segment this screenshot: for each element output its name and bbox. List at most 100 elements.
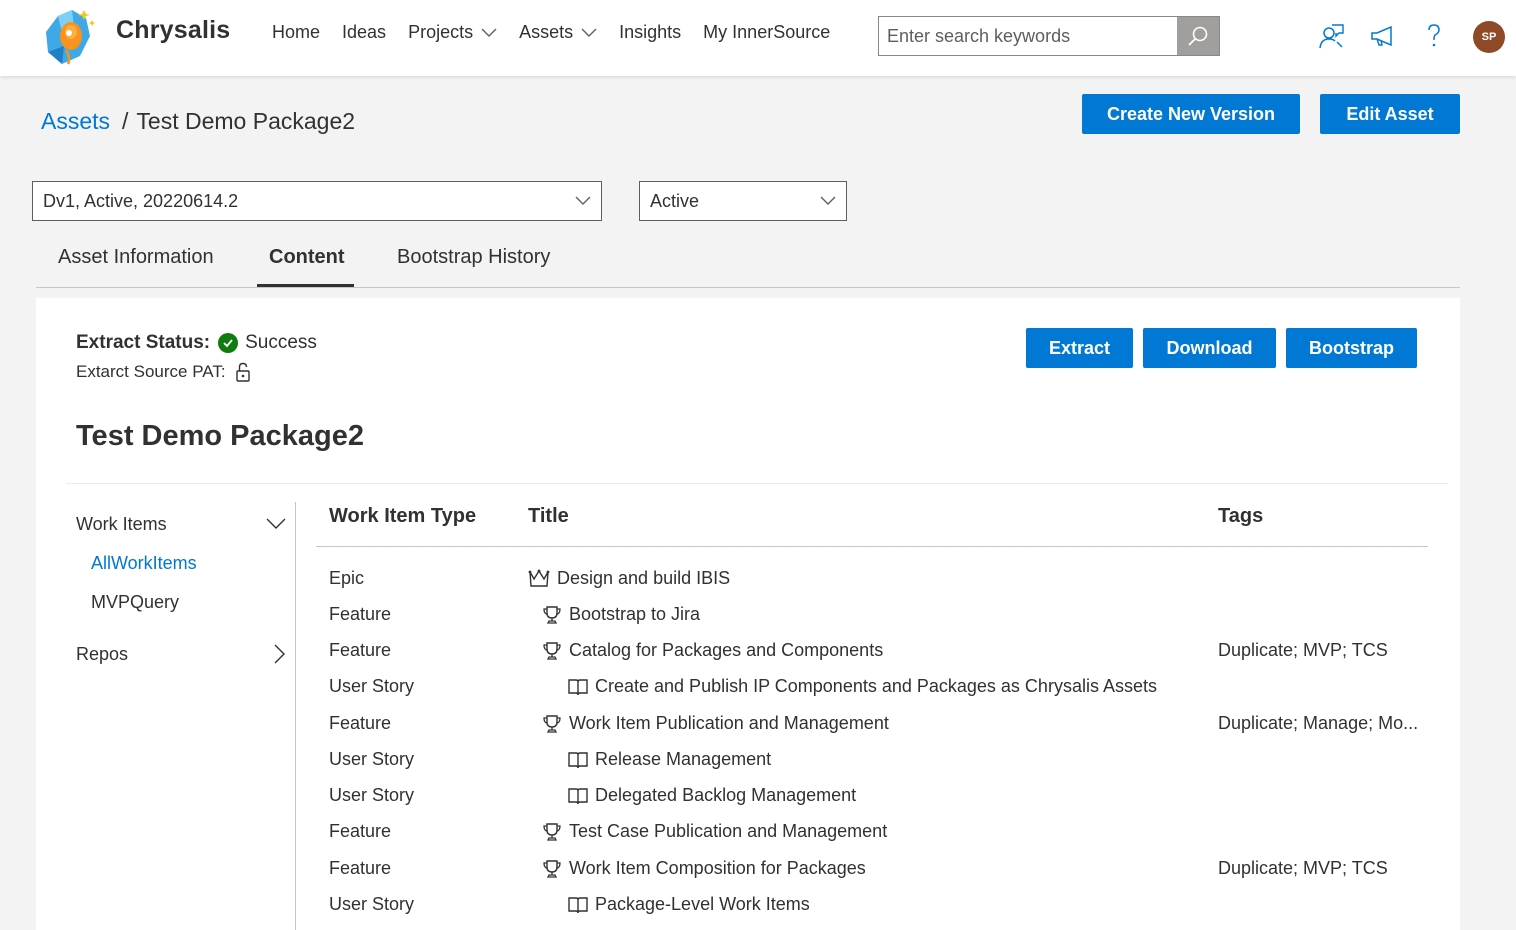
content-panel: Extract Status: Success Extarct Source P… xyxy=(36,298,1460,930)
row-title-text[interactable]: Work Item Publication and Management xyxy=(569,713,889,734)
row-tags: Duplicate; MVP; TCS xyxy=(1218,640,1388,660)
table-row[interactable]: Feature Test Case Publication and Manage… xyxy=(316,821,1428,857)
unlock-icon[interactable] xyxy=(235,362,251,382)
row-title: Work Item Composition for Packages xyxy=(542,858,866,879)
nav-ideas[interactable]: Ideas xyxy=(342,22,386,43)
row-title-text[interactable]: Create and Publish IP Components and Pac… xyxy=(595,676,1157,697)
breadcrumb-assets-link[interactable]: Assets xyxy=(41,108,110,135)
nav-home[interactable]: Home xyxy=(272,22,320,43)
version-select[interactable]: Dv1, Active, 20220614.2 xyxy=(32,181,602,221)
chevron-down-icon xyxy=(575,196,591,205)
chevron-right-icon xyxy=(274,644,285,664)
nav-home-label: Home xyxy=(272,22,321,42)
table-row[interactable]: Feature Work Item Composition for Packag… xyxy=(316,858,1428,894)
row-title-text[interactable]: Package-Level Work Items xyxy=(595,894,810,915)
trophy-icon xyxy=(543,822,561,841)
table-row[interactable]: User Story Create and Publish IP Compone… xyxy=(316,676,1428,712)
search-icon xyxy=(1188,26,1208,46)
table-row[interactable]: Feature Catalog for Packages and Compone… xyxy=(316,640,1428,676)
search-button[interactable] xyxy=(1177,17,1219,55)
row-type: User Story xyxy=(329,785,415,805)
state-select[interactable]: Active xyxy=(639,181,847,221)
row-title: Bootstrap to Jira xyxy=(542,604,700,625)
row-type: Feature xyxy=(329,604,392,624)
nav-my-innersource-label: My InnerSource xyxy=(703,22,831,42)
row-type: User Story xyxy=(329,894,415,914)
chevron-down-icon xyxy=(581,28,597,37)
user-avatar[interactable]: SP xyxy=(1473,21,1505,53)
row-title-text[interactable]: Work Item Composition for Packages xyxy=(569,858,866,879)
row-tags: Duplicate; Manage; Mo... xyxy=(1218,713,1419,733)
help-icon[interactable] xyxy=(1420,22,1448,50)
row-title: Design and build IBIS xyxy=(528,568,730,589)
row-title: Release Management xyxy=(568,749,771,770)
table-row[interactable]: Feature Work Item Publication and Manage… xyxy=(316,713,1428,749)
create-new-version-button[interactable]: Create New Version xyxy=(1082,94,1300,134)
edit-asset-button[interactable]: Edit Asset xyxy=(1320,94,1460,134)
table-row[interactable]: User Story Package-Level Work Items xyxy=(316,894,1428,930)
chrysalis-logo[interactable] xyxy=(34,2,100,68)
sidebar-group-work-items[interactable]: Work Items xyxy=(76,514,286,534)
sidebar-group-repos[interactable]: Repos xyxy=(76,644,286,664)
chevron-down-icon xyxy=(266,518,286,529)
row-title-text[interactable]: Bootstrap to Jira xyxy=(569,604,700,625)
chevron-down-icon xyxy=(481,28,497,37)
extract-source-pat-label: Extarct Source PAT: xyxy=(76,362,226,381)
bootstrap-button[interactable]: Bootstrap xyxy=(1286,328,1417,368)
trophy-icon xyxy=(543,859,561,878)
row-type: Feature xyxy=(329,713,392,733)
active-tab-indicator xyxy=(257,284,354,287)
state-select-value: Active xyxy=(650,190,700,211)
book-icon xyxy=(568,787,588,804)
app-brand-name[interactable]: Chrysalis xyxy=(116,16,230,45)
sidebar-item-mvpquery[interactable]: MVPQuery xyxy=(91,592,286,613)
trophy-icon xyxy=(543,605,561,624)
extract-button[interactable]: Extract xyxy=(1026,328,1133,368)
sidebar-item-allworkitems[interactable]: AllWorkItems xyxy=(91,553,286,574)
nav-assets-label: Assets xyxy=(519,22,574,42)
nav-assets[interactable]: Assets xyxy=(519,22,597,43)
column-header-type[interactable]: Work Item Type xyxy=(329,505,476,528)
extract-status-label: Extract Status: xyxy=(76,332,211,353)
tab-asset-information[interactable]: Asset Information xyxy=(58,246,214,269)
row-type: Feature xyxy=(329,821,392,841)
row-title-text[interactable]: Catalog for Packages and Components xyxy=(569,640,883,661)
nav-projects[interactable]: Projects xyxy=(408,22,497,43)
column-header-title[interactable]: Title xyxy=(528,505,569,528)
book-icon xyxy=(568,678,588,695)
table-row[interactable]: User Story Release Management xyxy=(316,749,1428,785)
book-icon xyxy=(568,896,588,913)
extract-source-pat: Extarct Source PAT: xyxy=(76,362,251,382)
table-row[interactable]: User Story Delegated Backlog Management xyxy=(316,785,1428,821)
sidebar-divider xyxy=(295,502,296,930)
breadcrumb-separator: / xyxy=(122,108,129,134)
sidebar-work-items-label: Work Items xyxy=(76,513,167,534)
success-check-icon xyxy=(218,333,239,353)
search-input[interactable] xyxy=(879,17,1177,55)
row-type: User Story xyxy=(329,676,415,696)
trophy-icon xyxy=(543,714,561,733)
row-title: Test Case Publication and Management xyxy=(542,821,887,842)
download-button[interactable]: Download xyxy=(1143,328,1276,368)
chevron-down-icon xyxy=(820,196,836,205)
table-row[interactable]: Feature Bootstrap to Jira xyxy=(316,604,1428,640)
row-title-text[interactable]: Test Case Publication and Management xyxy=(569,821,887,842)
tab-bootstrap-history[interactable]: Bootstrap History xyxy=(397,246,550,269)
extract-status: Extract Status: Success xyxy=(76,332,317,354)
row-title: Create and Publish IP Components and Pac… xyxy=(568,676,1157,697)
row-type: Epic xyxy=(329,568,365,588)
row-tags: Duplicate; MVP; TCS xyxy=(1218,858,1388,878)
row-title-text[interactable]: Delegated Backlog Management xyxy=(595,785,856,806)
column-header-tags[interactable]: Tags xyxy=(1218,505,1263,528)
feedback-person-icon[interactable] xyxy=(1317,22,1345,50)
table-row[interactable]: Epic Design and build IBIS xyxy=(316,568,1428,604)
row-title-text[interactable]: Design and build IBIS xyxy=(557,568,730,589)
megaphone-icon[interactable] xyxy=(1369,22,1397,50)
nav-my-innersource[interactable]: My InnerSource xyxy=(703,22,830,43)
tab-content[interactable]: Content xyxy=(269,246,345,269)
package-title: Test Demo Package2 xyxy=(76,420,364,452)
extract-status-value: Success xyxy=(245,332,317,353)
nav-insights[interactable]: Insights xyxy=(619,22,681,43)
row-title-text[interactable]: Release Management xyxy=(595,749,771,770)
top-navigation-bar: Chrysalis Home Ideas Projects Assets Ins… xyxy=(0,0,1516,76)
